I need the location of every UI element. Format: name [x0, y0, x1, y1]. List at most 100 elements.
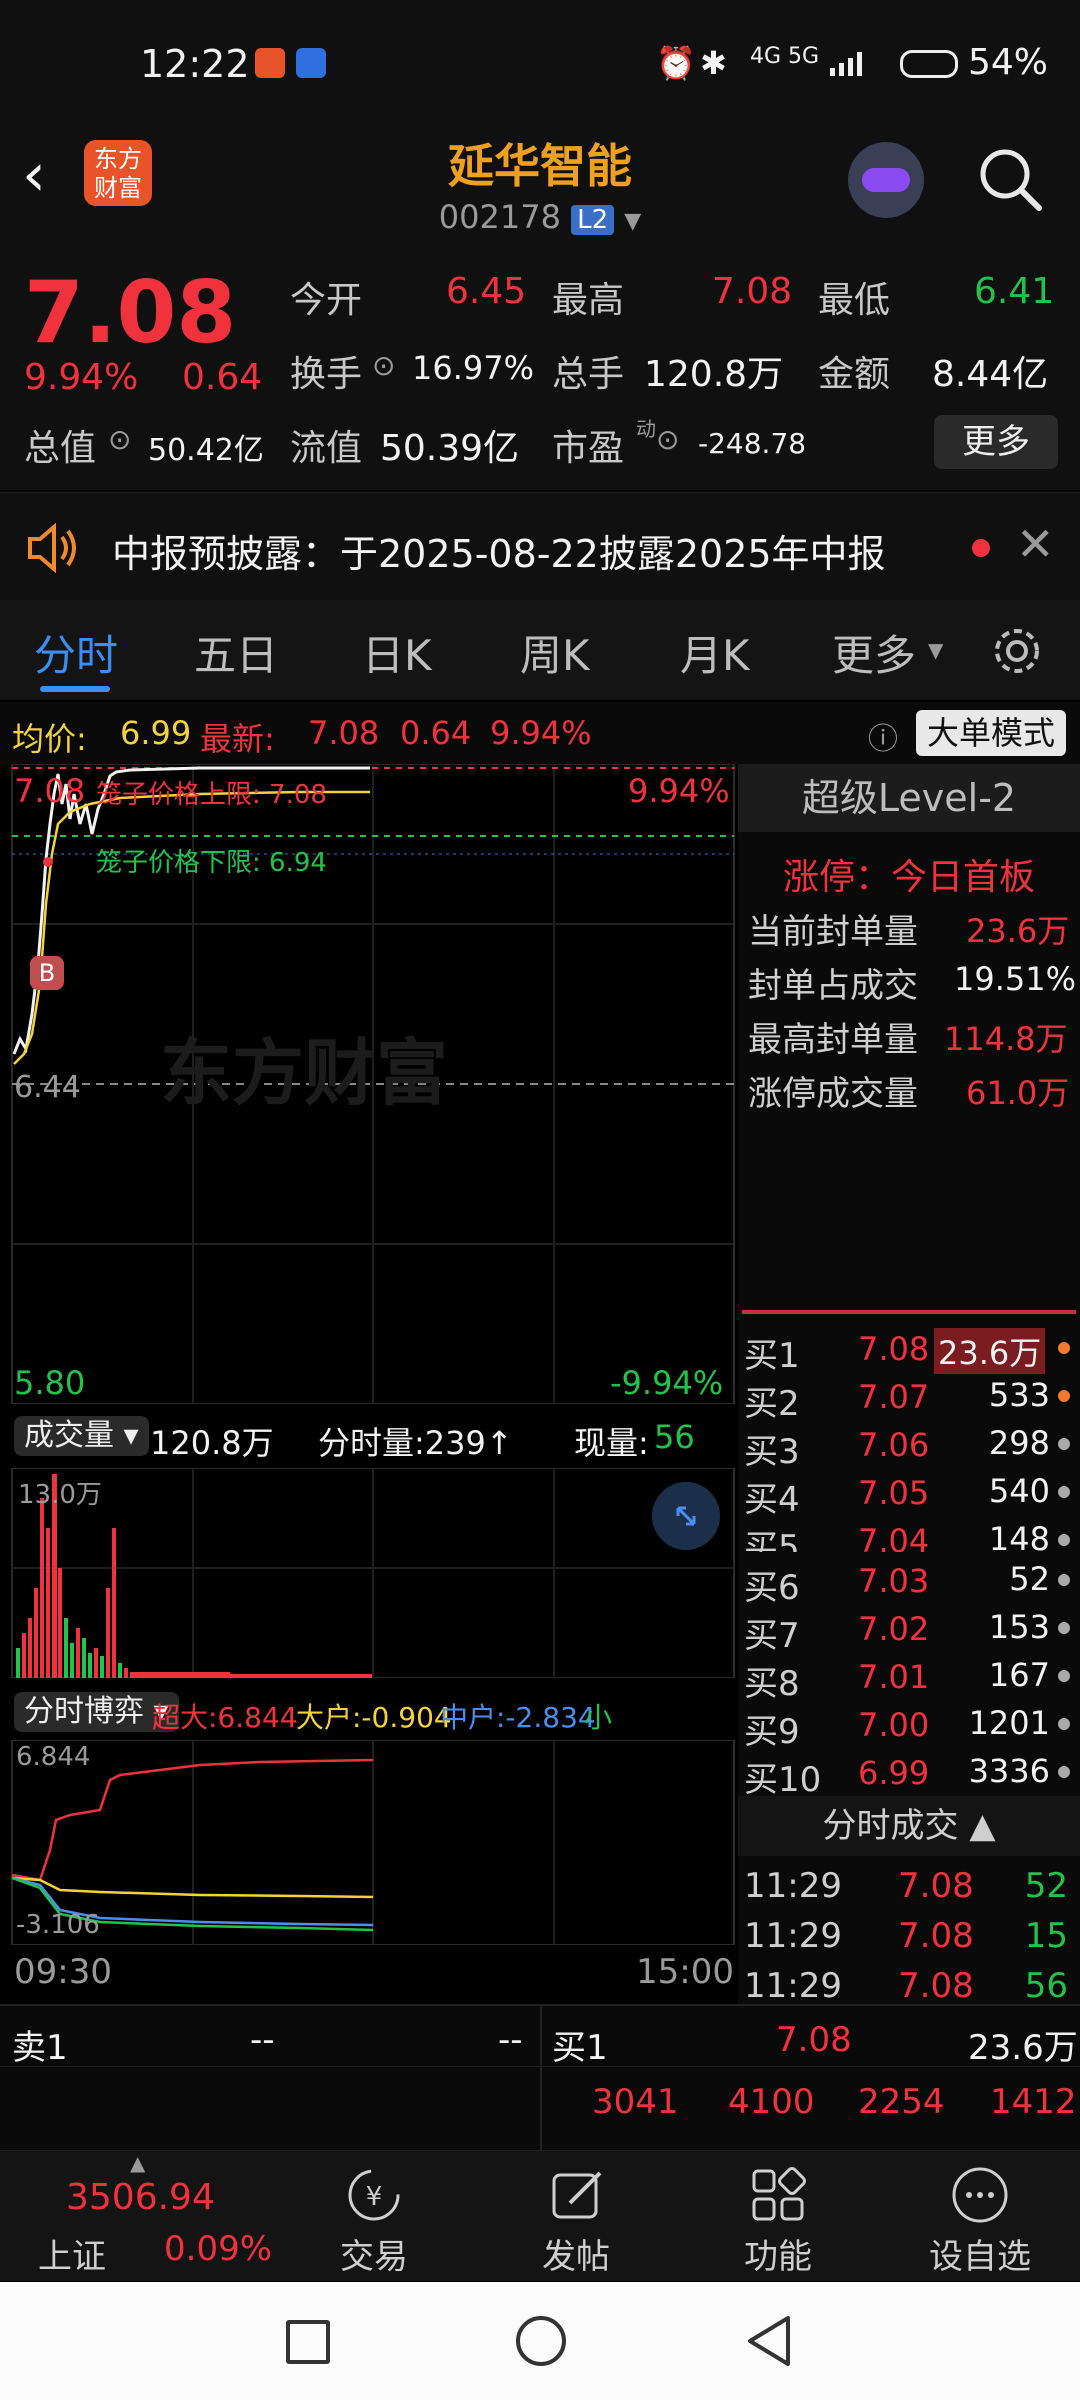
order-row: 买9 7.00 1201	[738, 1700, 1080, 1752]
axis-top-pct: 9.94%	[628, 772, 730, 810]
game-axis-bottom: -3.106	[16, 1910, 100, 1940]
latest-label: 最新:	[200, 720, 275, 758]
volume-chart[interactable]: 13.0万	[0, 1467, 735, 1679]
search-icon[interactable]	[975, 144, 1045, 214]
edit-icon	[546, 2165, 606, 2225]
open-value: 6.45	[446, 271, 527, 312]
lower-limit-label: 笼子价格下限: 6.94	[96, 848, 327, 878]
close-icon[interactable]: ✕	[1016, 517, 1055, 571]
back-icon[interactable]: ‹	[22, 140, 46, 210]
float-label: 流值	[290, 428, 363, 469]
mktcap-info-icon[interactable]: ⊙	[108, 423, 131, 456]
tick-price: 7.08	[898, 1966, 974, 2006]
l2-value-2: 19.51%	[954, 960, 1077, 998]
active-tab-indicator	[40, 686, 110, 692]
tab-weekly-k[interactable]: 周K	[520, 622, 590, 683]
change-percent: 9.94%	[24, 357, 139, 398]
battery-percent: 54%	[968, 42, 1049, 83]
order-price: 7.02	[858, 1610, 930, 1648]
order-qty: 533	[988, 1376, 1050, 1414]
current-price: 7.08	[24, 263, 237, 363]
now-volume: 56	[654, 1418, 695, 1456]
order-price: 7.05	[858, 1474, 930, 1512]
ticks-header[interactable]: 分时成交 ▲	[738, 1796, 1080, 1856]
network-label: 4G 5G	[750, 44, 820, 69]
l2-label-1: 当前封单量	[748, 912, 918, 952]
orderbook-divider	[742, 1310, 1076, 1314]
game-chart[interactable]: 6.844 -3.106	[0, 1739, 735, 1946]
bulb-notification-icon	[296, 48, 326, 78]
tab-monthly-k[interactable]: 月K	[680, 622, 750, 683]
latest-value: 7.08	[308, 714, 380, 752]
game-selector-label: 分时博弈	[24, 1694, 144, 1729]
queue-item: 3041	[592, 2082, 679, 2122]
notice-bar[interactable]: 中报预披露：于2025-08-22披露2025年中报 ✕	[0, 492, 1080, 602]
queue-sell-label: 卖1	[12, 2028, 68, 2068]
time-end: 15:00	[636, 1952, 734, 1992]
order-dot	[1058, 1718, 1070, 1730]
index-value: 3506.94	[66, 2177, 215, 2218]
order-book-lower[interactable]: 买6 7.03 52 买7 7.02 153 买8 7.01 167 买9 7.…	[738, 1552, 1080, 1796]
order-qty: 540	[988, 1472, 1050, 1510]
order-label: 买3	[744, 1432, 800, 1472]
stock-title[interactable]: 延华智能 002178 L2 ▼	[340, 130, 740, 236]
order-row: 买8 7.01 167	[738, 1652, 1080, 1704]
queue-divider	[540, 2006, 542, 2150]
tab-5day[interactable]: 五日	[194, 622, 278, 683]
order-label: 买6	[744, 1568, 800, 1608]
turnover-label: 换手	[290, 354, 363, 395]
latest-change: 0.64	[400, 714, 472, 752]
back-button[interactable]	[744, 2314, 794, 2368]
home-button[interactable]	[516, 2316, 566, 2366]
info-icon[interactable]: ⊙	[372, 349, 395, 382]
tick-qty: 52	[1024, 1866, 1068, 1906]
l2-label-4: 涨停成交量	[748, 1074, 918, 1114]
recent-apps-button[interactable]	[286, 2320, 330, 2364]
high-value: 7.08	[712, 271, 793, 312]
grid-icon	[748, 2165, 808, 2225]
tick-price: 7.08	[898, 1916, 974, 1956]
help-icon[interactable]: ⓘ	[868, 714, 898, 758]
more-button[interactable]: 更多	[934, 415, 1058, 469]
order-label: 买7	[744, 1616, 800, 1656]
battery-icon	[900, 50, 958, 78]
queue-item: 4100	[728, 2082, 815, 2122]
order-qty: 153	[988, 1608, 1050, 1646]
queue-item: 2254	[858, 2082, 945, 2122]
queue-item: 1412	[990, 2082, 1077, 2122]
volume-value: 120.8万	[644, 354, 784, 395]
queue-buy-label: 买1	[552, 2028, 608, 2068]
pe-superscript: 动	[636, 417, 656, 441]
ticks-title: 分时成交	[822, 1806, 959, 1846]
volume-svg	[11, 1467, 735, 1679]
buy-marker[interactable]: B	[30, 956, 64, 990]
tab-intraday[interactable]: 分时	[34, 622, 118, 683]
header: ‹ 东方 财富 延华智能 002178 L2 ▼	[0, 130, 1080, 246]
volume-header: 成交量 ▾ 120.8万 分时量:239↑ 现量: 56	[0, 1408, 735, 1466]
intraday-chart[interactable]: 东方财富 7.08 9.94% 笼子价格上限: 7.08 笼子价格下限: 6.9…	[0, 763, 735, 1405]
upper-limit-label: 笼子价格上限: 7.08	[96, 780, 327, 810]
order-label: 买2	[744, 1384, 800, 1424]
tab-daily-k[interactable]: 日K	[362, 622, 432, 683]
order-book[interactable]: 买1 7.08 23.6万 买2 7.07 533 买3 7.06 298 买4…	[738, 1320, 1080, 1552]
order-label: 买10	[744, 1760, 822, 1796]
robot-assistant-icon[interactable]	[848, 142, 924, 218]
order-row: 买2 7.07 533	[738, 1372, 1080, 1424]
volume-selector[interactable]: 成交量 ▾	[14, 1416, 149, 1456]
expand-icon[interactable]	[652, 1482, 720, 1550]
game-svg	[11, 1739, 735, 1946]
status-bar: 12:22 ⏰ ✱ 4G 5G 54%	[0, 0, 1080, 130]
order-qty: 1201	[968, 1704, 1050, 1742]
gear-icon[interactable]	[990, 624, 1044, 678]
big-order-mode-button[interactable]: 大单模式	[916, 710, 1066, 756]
bottom-nav: ▲ 3506.94 上证 0.09% ¥ 交易 发帖 功能 设自选	[0, 2150, 1080, 2281]
pe-info-icon[interactable]: ⊙	[656, 423, 679, 456]
side-panel: 超级Level-2 涨停：今日首板 当前封单量 23.6万 封单占成交 19.5…	[738, 764, 1080, 2006]
order-row: 买5 7.04 148	[738, 1516, 1080, 1552]
order-dot	[1058, 1574, 1070, 1586]
order-price: 7.04	[858, 1522, 930, 1552]
l2-value-1: 23.6万	[966, 912, 1070, 950]
tab-more[interactable]: 更多	[832, 622, 916, 683]
level2-title[interactable]: 超级Level-2	[738, 764, 1080, 832]
order-qty: 23.6万	[934, 1328, 1046, 1374]
